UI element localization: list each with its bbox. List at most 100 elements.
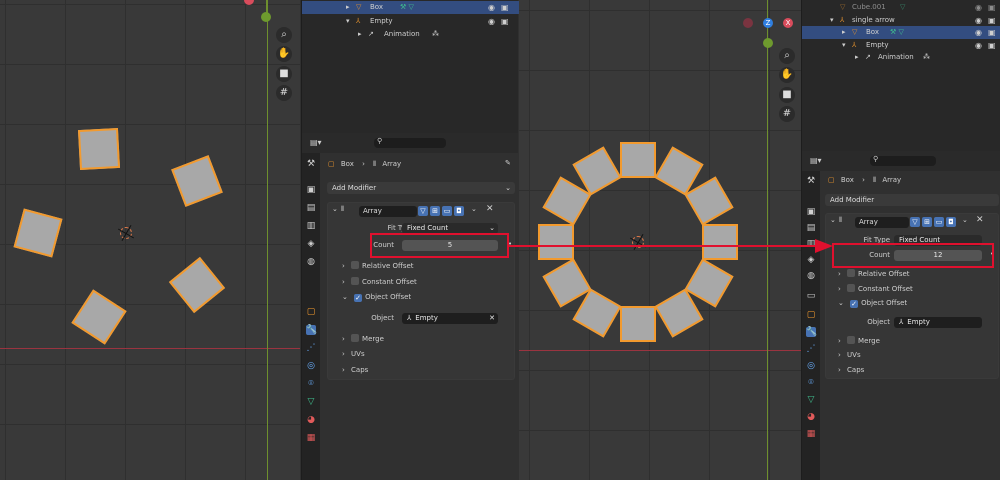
eye-icon[interactable]: ◉	[488, 15, 495, 28]
merge-row[interactable]: › Merge	[342, 334, 384, 343]
world-icon[interactable]: ◍	[306, 257, 316, 267]
outliner-row-cube001[interactable]: ▽ Cube.001 ▽ ◉ ▣	[802, 1, 1000, 14]
texture-icon[interactable]: ▦	[806, 429, 816, 439]
relative-offset-row[interactable]: › Relative Offset	[342, 261, 414, 270]
editor-type-icon[interactable]: ▤▾	[310, 138, 322, 147]
merge-row[interactable]: › Merge	[838, 336, 880, 345]
gizmo-z-icon[interactable]: Z	[763, 18, 773, 28]
material-icon[interactable]: ◕	[306, 415, 316, 425]
array-cube[interactable]	[538, 224, 574, 260]
relative-offset-row[interactable]: › Relative Offset	[838, 269, 910, 278]
constant-offset-row[interactable]: › Constant Offset	[342, 277, 417, 286]
render-icon[interactable]: ▣	[501, 15, 509, 28]
gizmo-y-icon[interactable]	[763, 38, 773, 48]
render-tab-icon[interactable]: ▣	[306, 185, 316, 195]
outliner-row-animation[interactable]: ▸ ↗ Animation ⁂	[302, 28, 519, 41]
viewport-icon[interactable]: ▭	[442, 206, 452, 216]
grid-icon[interactable]: #	[276, 85, 292, 101]
grid-icon[interactable]: #	[779, 106, 795, 122]
scene-icon[interactable]: ◈	[306, 239, 316, 249]
uvs-row[interactable]: › UVs	[342, 350, 365, 358]
array-cube[interactable]	[620, 142, 656, 178]
eye-icon[interactable]: ◉	[975, 1, 982, 14]
physics-icon[interactable]: ◎	[806, 361, 816, 371]
modifier-name-field[interactable]: Array	[359, 206, 417, 217]
add-modifier-dropdown[interactable]: Add Modifier	[825, 194, 999, 206]
render-icon[interactable]: ◘	[454, 206, 464, 216]
collapse-icon[interactable]: ⌄	[332, 205, 338, 213]
render-icon[interactable]: ◘	[946, 217, 956, 227]
checkbox[interactable]	[847, 269, 856, 277]
eye-icon[interactable]: ◉	[975, 26, 982, 39]
array-cube[interactable]	[77, 128, 120, 171]
gizmo-y-icon[interactable]	[261, 12, 271, 22]
search-input[interactable]: ⚲	[870, 155, 936, 166]
world-icon[interactable]: ◍	[806, 271, 816, 281]
properties-panel-right[interactable]: ▤▾ ⚲ ⚒ ▣ ▤ ▥ ◈ ◍ ▭ ▢ 🔧 ⋰ ◎ ⌾ ▽ ◕ ▦ ▢ Box…	[801, 151, 1000, 480]
constraints-icon[interactable]: ⌾	[306, 379, 316, 389]
view-layer-icon[interactable]: ▥	[306, 221, 316, 231]
caps-row[interactable]: › Caps	[838, 366, 864, 374]
render-tab-icon[interactable]: ▣	[806, 207, 816, 217]
camera-icon[interactable]: ■	[779, 87, 795, 103]
modifier-wrench-icon[interactable]: 🔧	[806, 327, 817, 337]
checkbox[interactable]	[351, 277, 360, 285]
collection-icon[interactable]: ▭	[806, 291, 816, 301]
gizmo-x-icon[interactable]	[244, 0, 254, 5]
checkbox[interactable]	[351, 334, 360, 342]
chevron-down-icon[interactable]: ⌄	[962, 216, 968, 224]
particles-icon[interactable]: ⋰	[306, 343, 316, 353]
object-icon[interactable]: ▢	[306, 307, 316, 317]
object-offset-row[interactable]: ⌄ ✓ Object Offset	[838, 299, 907, 308]
hand-icon[interactable]: ✋	[779, 67, 795, 83]
checkbox-checked[interactable]: ✓	[354, 294, 363, 302]
outliner-row-box[interactable]: ▸ ▽ Box ⚒ ▽ ◉ ▣	[302, 1, 519, 14]
edit-mode-icon[interactable]: ▽	[910, 217, 920, 227]
object-field[interactable]: ⅄ Empty	[894, 317, 982, 328]
object-field[interactable]: ⅄ Empty ✕	[402, 313, 498, 324]
modifier-name-field[interactable]: Array	[855, 217, 909, 228]
array-cube[interactable]	[13, 208, 63, 258]
checkbox-checked[interactable]: ✓	[850, 300, 859, 308]
gizmo-neg-x-icon[interactable]	[743, 18, 753, 28]
close-icon[interactable]: ✕	[489, 313, 495, 324]
outliner-row-animation[interactable]: ▸ ↗ Animation ⁂	[802, 51, 1000, 64]
gizmo-x-icon[interactable]: X	[783, 18, 793, 28]
output-icon[interactable]: ▤	[806, 223, 816, 233]
tool-icon[interactable]: ⚒	[306, 159, 316, 169]
empty-origin-icon[interactable]	[120, 227, 132, 239]
viewport-right[interactable]: Z X ⌕ ✋ ■ #	[519, 0, 801, 480]
modifier-wrench-icon[interactable]: 🔧	[306, 325, 317, 335]
particles-icon[interactable]: ⋰	[806, 344, 816, 354]
constraints-icon[interactable]: ⌾	[806, 378, 816, 388]
array-cube[interactable]	[620, 306, 656, 342]
camera-icon[interactable]: ■	[276, 66, 292, 82]
caps-row[interactable]: › Caps	[342, 366, 368, 374]
eye-icon[interactable]: ◉	[488, 1, 495, 14]
cage-icon[interactable]: ⊞	[922, 217, 932, 227]
array-cube[interactable]	[71, 289, 127, 345]
viewport-icon[interactable]: ▭	[934, 217, 944, 227]
pin-icon[interactable]: ✎	[505, 159, 511, 167]
outliner-row-empty[interactable]: ▾ ⅄ Empty ◉ ▣	[302, 15, 519, 28]
outliner-right[interactable]: ▽ Cube.001 ▽ ◉ ▣ ▾ ⅄ single arrow ◉ ▣ ▸ …	[801, 0, 1000, 151]
constant-offset-row[interactable]: › Constant Offset	[838, 284, 913, 293]
uvs-row[interactable]: › UVs	[838, 351, 861, 359]
chevron-down-icon[interactable]: ⌄	[471, 205, 477, 213]
outliner-left[interactable]: ▸ ▽ Box ⚒ ▽ ◉ ▣ ▾ ⅄ Empty ◉ ▣ ▸ ↗ Animat…	[301, 0, 519, 133]
physics-icon[interactable]: ◎	[306, 361, 316, 371]
render-icon[interactable]: ▣	[988, 1, 996, 14]
tool-icon[interactable]: ⚒	[806, 176, 816, 186]
edit-mode-icon[interactable]: ▽	[418, 206, 428, 216]
array-cube[interactable]	[171, 155, 224, 208]
collapse-icon[interactable]: ⌄	[830, 216, 836, 224]
data-icon[interactable]: ▽	[806, 395, 816, 405]
checkbox[interactable]	[351, 261, 360, 269]
search-input[interactable]: ⚲	[374, 137, 446, 148]
array-cube[interactable]	[702, 224, 738, 260]
editor-type-icon[interactable]: ▤▾	[810, 156, 822, 165]
array-cube[interactable]	[169, 256, 226, 313]
zoom-icon[interactable]: ⌕	[276, 27, 292, 43]
render-icon[interactable]: ▣	[988, 26, 996, 39]
object-icon[interactable]: ▢	[806, 310, 816, 320]
